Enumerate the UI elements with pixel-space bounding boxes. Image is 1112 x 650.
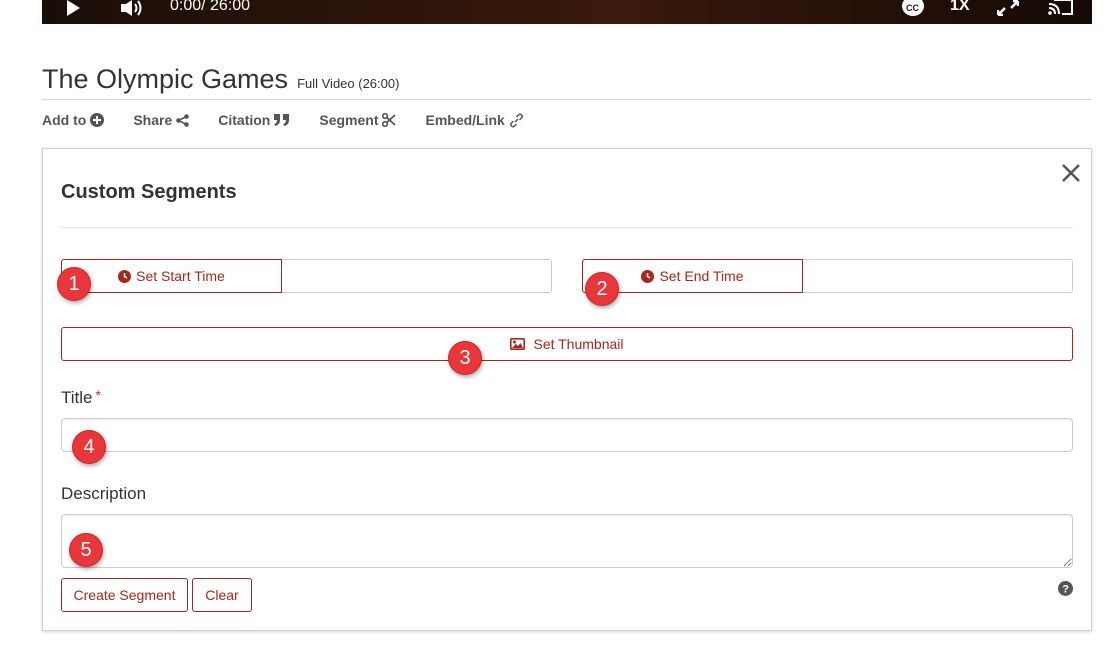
- custom-segments-panel: Custom Segments Set Start Time Set End T…: [42, 148, 1092, 631]
- citation-label: Citation: [218, 112, 271, 128]
- callout-2: 2: [585, 272, 619, 306]
- scissors-icon: [382, 113, 397, 127]
- embed-link-button[interactable]: Embed/Link: [425, 112, 523, 128]
- svg-text:CC: CC: [906, 3, 919, 13]
- plus-circle-icon: [90, 113, 105, 127]
- callout-4: 4: [72, 430, 106, 464]
- set-start-time-label: Set Start Time: [136, 268, 225, 284]
- share-icon: [176, 113, 190, 127]
- svg-text:?: ?: [1062, 584, 1069, 596]
- duration: / 26:00: [201, 0, 251, 14]
- cast-icon: [1048, 0, 1073, 15]
- description-input[interactable]: [61, 514, 1073, 568]
- video-subtitle: Full Video (26:00): [297, 76, 400, 91]
- start-time-input[interactable]: [283, 260, 551, 292]
- play-button[interactable]: [64, 0, 82, 24]
- callout-1: 1: [57, 267, 91, 301]
- share-button[interactable]: Share: [133, 112, 190, 128]
- volume-icon: [121, 0, 142, 16]
- clear-button[interactable]: Clear: [192, 578, 252, 612]
- end-time-group: Set End Time: [582, 259, 1073, 293]
- start-time-group: Set Start Time: [61, 259, 552, 293]
- segment-button[interactable]: Segment: [319, 112, 397, 128]
- close-button[interactable]: [1060, 162, 1082, 184]
- title-input[interactable]: [61, 418, 1073, 452]
- panel-divider: [61, 227, 1073, 228]
- fullscreen-button[interactable]: [997, 0, 1019, 24]
- set-start-time-button[interactable]: Set Start Time: [61, 259, 282, 293]
- add-to-label: Add to: [42, 112, 87, 128]
- link-icon: [509, 113, 523, 127]
- required-marker: *: [95, 387, 101, 403]
- create-segment-button[interactable]: Create Segment: [61, 578, 188, 612]
- quote-icon: [274, 113, 290, 126]
- share-label: Share: [133, 112, 173, 128]
- action-toolbar: Add to Share Citation Segment Embed/Link: [42, 112, 524, 128]
- captions-button[interactable]: CC: [902, 0, 924, 24]
- title-label-text: Title: [61, 388, 93, 407]
- close-icon: [1062, 164, 1080, 182]
- closed-captions-icon: CC: [902, 0, 924, 16]
- video-title-row: The Olympic Games Full Video (26:00): [42, 64, 399, 95]
- segment-label: Segment: [319, 112, 379, 128]
- clock-icon: [641, 269, 655, 283]
- play-icon: [67, 0, 80, 16]
- description-label: Description: [61, 484, 147, 503]
- time-readout: 0:00 / 26:00: [170, 0, 250, 21]
- callout-5: 5: [69, 533, 103, 567]
- callout-3: 3: [448, 341, 482, 375]
- set-thumbnail-button[interactable]: Set Thumbnail: [61, 327, 1073, 361]
- add-to-button[interactable]: Add to: [42, 112, 105, 128]
- current-time: 0:00: [170, 0, 202, 14]
- panel-title: Custom Segments: [61, 181, 237, 203]
- title-label: Title *: [61, 387, 101, 408]
- playback-speed-button[interactable]: 1X: [950, 0, 970, 21]
- citation-button[interactable]: Citation: [218, 112, 290, 128]
- end-time-input[interactable]: [804, 260, 1072, 292]
- embed-link-label: Embed/Link: [425, 112, 505, 128]
- cast-button[interactable]: [1048, 0, 1074, 24]
- page-title: The Olympic Games: [42, 64, 289, 94]
- title-divider: [42, 99, 1092, 100]
- set-thumbnail-label: Set Thumbnail: [533, 336, 624, 352]
- set-end-time-label: Set End Time: [659, 268, 744, 284]
- question-circle-icon: ?: [1058, 581, 1073, 596]
- clock-icon: [118, 269, 132, 283]
- image-icon: [510, 338, 526, 350]
- help-button[interactable]: ?: [1058, 581, 1073, 596]
- video-control-bar: 0:00 / 26:00 CC 1X: [42, 0, 1092, 24]
- fullscreen-icon: [997, 0, 1019, 16]
- volume-button[interactable]: [120, 0, 144, 24]
